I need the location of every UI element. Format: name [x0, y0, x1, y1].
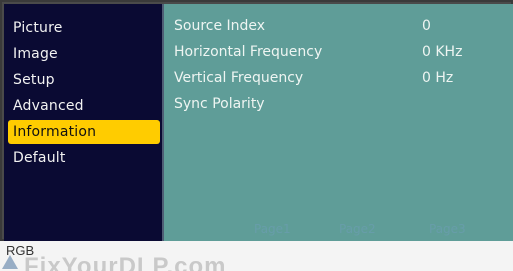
vertical-frequency-label: Vertical Frequency: [174, 70, 304, 86]
source-index-label: Source Index: [174, 18, 266, 34]
watermark-text: FixYourDLP.com: [24, 253, 227, 271]
menu-item-information[interactable]: Information: [8, 120, 160, 144]
page-2-button[interactable]: Page2: [339, 222, 376, 236]
menu-item-image[interactable]: Image: [8, 42, 160, 66]
page-3-button[interactable]: Page3: [429, 222, 466, 236]
menu-item-default[interactable]: Default: [8, 146, 160, 170]
menu-item-picture[interactable]: Picture: [8, 16, 160, 40]
page-1-button[interactable]: Page1: [254, 222, 291, 236]
menu-item-advanced[interactable]: Advanced: [8, 94, 160, 118]
information-panel: Source Index 0 Horizontal Frequency 0 KH…: [164, 4, 513, 241]
vertical-frequency-value: 0 Hz: [422, 70, 454, 86]
osd-window: Picture Image Setup Advanced Information…: [0, 0, 513, 241]
source-index-value: 0: [422, 18, 431, 34]
signal-source-label: RGB: [6, 243, 35, 258]
menu-item-setup[interactable]: Setup: [8, 68, 160, 92]
status-bar: FixYourDLP.com RGB: [0, 241, 513, 271]
projector-osd-screen: Picture Image Setup Advanced Information…: [0, 0, 513, 271]
horizontal-frequency-label: Horizontal Frequency: [174, 44, 323, 60]
sync-polarity-label: Sync Polarity: [174, 96, 265, 112]
page-buttons: Page1 Page2 Page3: [184, 222, 494, 242]
main-menu: Picture Image Setup Advanced Information…: [4, 4, 164, 241]
horizontal-frequency-value: 0 KHz: [422, 44, 463, 60]
